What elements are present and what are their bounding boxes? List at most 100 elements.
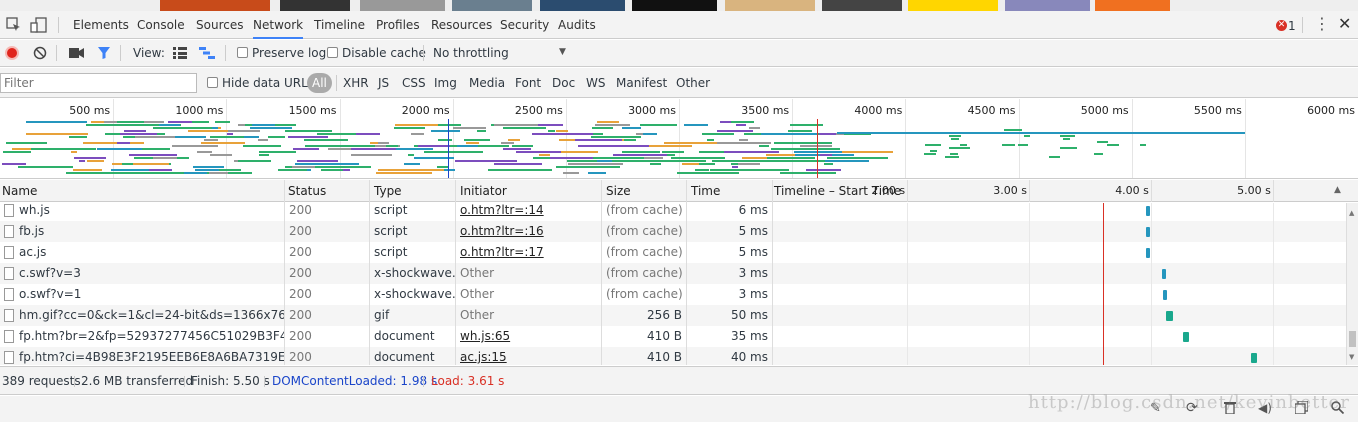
timeline-gridline (907, 203, 909, 365)
type-filter-css[interactable]: CSS (402, 76, 426, 90)
overview-request-bar (578, 145, 629, 147)
overview-request-bar (455, 160, 518, 162)
overview-request-bar (548, 130, 556, 132)
device-mode-icon[interactable] (30, 17, 48, 33)
preserve-log-checkbox[interactable] (237, 47, 248, 58)
overview-request-bar (311, 145, 334, 147)
request-initiator[interactable]: wh.js:65 (456, 326, 601, 347)
overview-request-bar (806, 169, 842, 171)
tab-sources[interactable]: Sources (196, 11, 243, 39)
column-header-status[interactable]: Status (286, 180, 370, 202)
large-rows-icon[interactable] (173, 47, 187, 62)
tab-network[interactable]: Network (253, 11, 304, 39)
overview-request-bar (587, 172, 606, 174)
column-header-size[interactable]: Size (604, 180, 688, 202)
waterfall-icon[interactable] (199, 47, 215, 62)
overview-request-bar (149, 169, 172, 171)
overview-request-bar (774, 142, 833, 144)
overview-gridline (905, 99, 907, 178)
type-filter-js[interactable]: JS (378, 76, 389, 90)
column-header-name[interactable]: Name (0, 180, 285, 202)
clear-icon[interactable] (33, 46, 47, 63)
tab-audits[interactable]: Audits (558, 11, 596, 39)
scroll-down-icon[interactable]: ▼ (1349, 353, 1354, 361)
type-filter-other[interactable]: Other (676, 76, 710, 90)
overview-request-bar (575, 139, 622, 141)
timeline-bar (1163, 290, 1167, 300)
type-filter-manifest[interactable]: Manifest (616, 76, 667, 90)
overview-tick-label: 6000 ms (1307, 104, 1355, 117)
overview-tick-label: 3000 ms (628, 104, 676, 117)
disable-cache-checkbox[interactable] (327, 47, 338, 58)
overview-request-bar (376, 172, 432, 174)
error-badge[interactable]: ✕ 1 (1276, 18, 1296, 33)
network-overview[interactable]: 500 ms 1000 ms 1500 ms 2000 ms 2500 ms 3000 m… (0, 99, 1358, 179)
overview-request-bar (227, 130, 261, 132)
table-scrollbar[interactable]: ▲ ▼ (1346, 203, 1358, 365)
request-initiator[interactable]: ac.js:15 (456, 347, 601, 365)
overview-request-bar (192, 121, 209, 123)
close-icon[interactable]: ✕ (1338, 15, 1351, 33)
overview-request-bar (1093, 153, 1103, 155)
sort-ascending-icon[interactable]: ▲ (1334, 185, 1341, 195)
overview-request-bar (17, 166, 74, 168)
request-status: 200 (289, 350, 312, 364)
overview-request-bar (712, 160, 767, 162)
load-time: Load: 3.61 s (431, 374, 505, 388)
filter-icon[interactable] (97, 46, 111, 63)
filter-input[interactable] (0, 73, 197, 93)
request-type: x-shockwave... (374, 287, 455, 301)
column-header-type[interactable]: Type (372, 180, 456, 202)
overview-request-bar (70, 151, 78, 153)
type-filter-doc[interactable]: Doc (552, 76, 575, 90)
overview-request-bar (568, 163, 623, 165)
overview-request-bar (799, 145, 833, 147)
timeline-tick-label: 3.00 s (993, 184, 1028, 197)
overview-request-bar (560, 151, 598, 153)
request-status: 200 (289, 266, 312, 280)
tab-console[interactable]: Console (137, 11, 185, 39)
hide-data-urls-checkbox[interactable] (207, 77, 218, 88)
overview-gridline (1244, 99, 1246, 178)
timeline-gridline (1029, 203, 1031, 365)
type-filter-font[interactable]: Font (515, 76, 541, 90)
type-filter-ws[interactable]: WS (586, 76, 605, 90)
request-size: (from cache) (606, 203, 683, 217)
overview-request-bar (556, 166, 621, 168)
type-filter-all[interactable]: All (307, 73, 332, 93)
throttling-select[interactable]: No throttling (433, 46, 509, 60)
tab-timeline[interactable]: Timeline (314, 11, 365, 39)
more-options-icon[interactable]: ⋮ (1314, 16, 1330, 32)
request-type: script (374, 203, 408, 217)
record-icon[interactable] (5, 46, 19, 60)
overview-request-bar (780, 172, 837, 174)
overview-request-bar (158, 124, 181, 126)
type-filter-img[interactable]: Img (434, 76, 457, 90)
column-header-initiator[interactable]: Initiator (458, 180, 602, 202)
overview-request-bar (184, 172, 207, 174)
request-name: fp.htm?br=2&fp=52937277456C51029B3F40A73… (19, 329, 284, 343)
request-size: 410 B (647, 350, 682, 364)
overview-request-bar (26, 121, 87, 123)
overview-request-bar (123, 136, 136, 138)
scroll-up-icon[interactable]: ▲ (1349, 209, 1354, 217)
tab-resources[interactable]: Resources (431, 11, 492, 39)
tab-security[interactable]: Security (500, 11, 549, 39)
overview-request-bar (666, 154, 675, 156)
type-filter-xhr[interactable]: XHR (343, 76, 369, 90)
request-initiator[interactable]: o.htm?ltr=:17 (456, 242, 601, 263)
request-time: 5 ms (738, 224, 768, 238)
tab-profiles[interactable]: Profiles (376, 11, 420, 39)
request-initiator[interactable]: o.htm?ltr=:16 (456, 221, 601, 242)
inspect-element-icon[interactable] (6, 17, 22, 33)
capture-screenshots-icon[interactable] (69, 47, 85, 62)
type-filter-media[interactable]: Media (469, 76, 505, 90)
request-initiator[interactable]: o.htm?ltr=:14 (456, 203, 601, 221)
scrollbar-thumb[interactable] (1349, 331, 1356, 347)
overview-request-bar (808, 148, 840, 150)
overview-request-bar (562, 172, 579, 174)
tab-elements[interactable]: Elements (73, 11, 129, 39)
overview-request-bar (321, 163, 338, 165)
dropdown-arrow-icon[interactable]: ▼ (559, 47, 566, 57)
column-header-time[interactable]: Time (689, 180, 773, 202)
